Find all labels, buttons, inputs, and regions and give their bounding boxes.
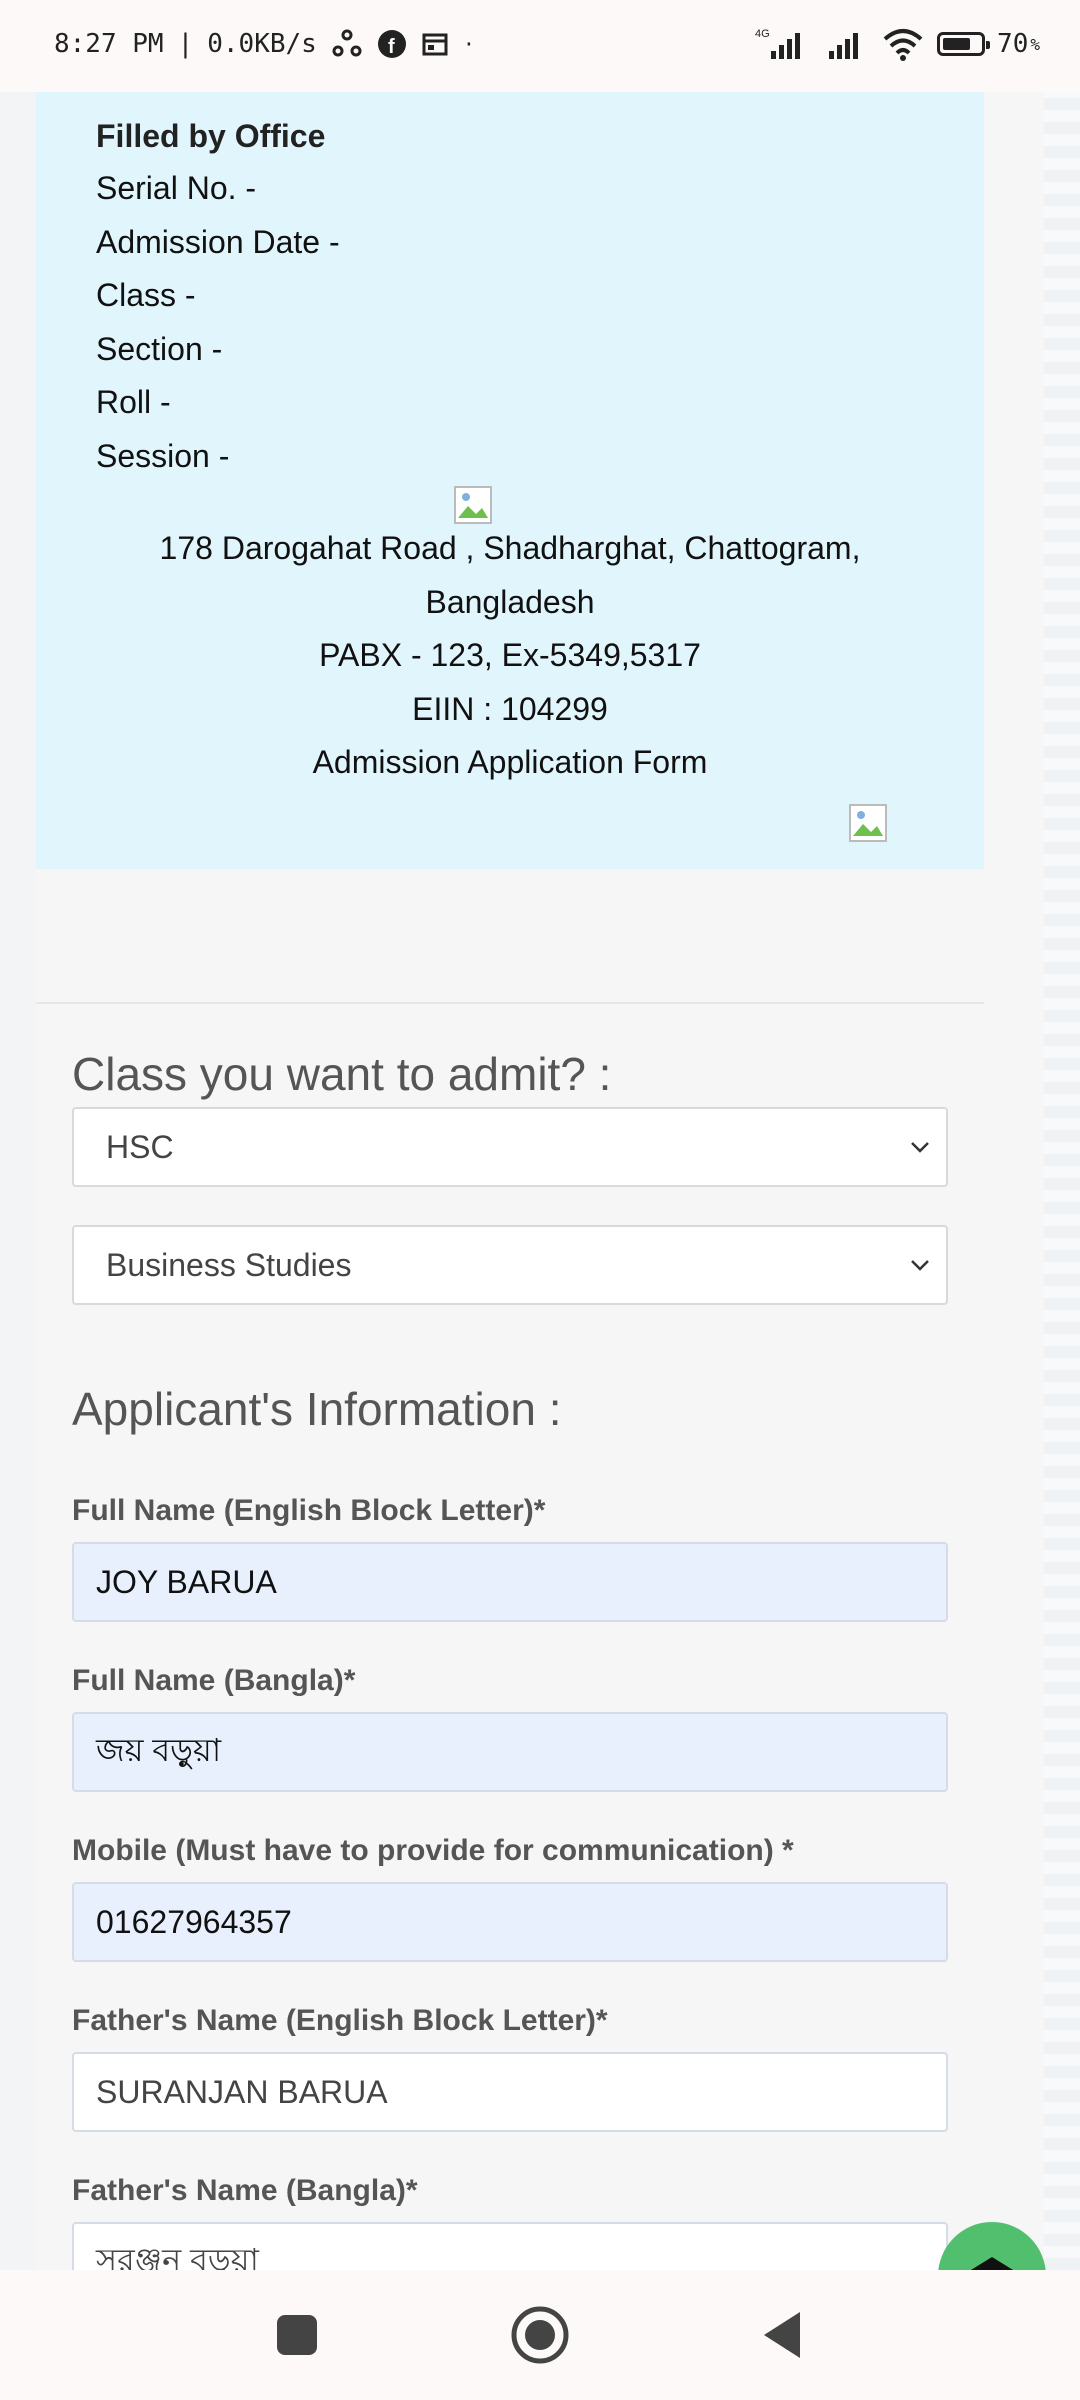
wifi-icon xyxy=(883,29,923,61)
status-separator: | xyxy=(177,29,194,59)
full-name-english-input[interactable]: JOY BARUA xyxy=(72,1542,948,1622)
mobile-label: Mobile (Must have to provide for communi… xyxy=(72,1834,794,1867)
address-line-2: Bangladesh xyxy=(425,583,595,620)
chevron-down-icon xyxy=(911,1142,929,1153)
father-name-english-label: Father's Name (English Block Letter)* xyxy=(72,2004,608,2037)
group-select-value: Business Studies xyxy=(106,1246,352,1283)
roll-line: Roll - xyxy=(96,384,171,420)
back-button[interactable] xyxy=(760,2310,804,2360)
left-rail xyxy=(0,92,36,2270)
applicant-heading: Applicant's Information : xyxy=(72,1383,562,1435)
status-bar: 8:27 PM | 0.0KB/s f · 4G 70 % xyxy=(0,0,1080,92)
battery-level: 70 xyxy=(997,29,1029,59)
page-content: Filled by Office Serial No. - Admission … xyxy=(0,92,1080,2270)
signal-4g-icon: 4G xyxy=(755,28,801,59)
pabx-line: PABX - 123, Ex-5349,5317 xyxy=(319,637,701,673)
class-line: Class - xyxy=(96,277,196,313)
recent-apps-button[interactable] xyxy=(275,2313,319,2357)
full-name-bangla-input[interactable]: জয় বড়ুয়া xyxy=(72,1712,948,1792)
arrow-up-icon xyxy=(940,2257,1044,2270)
full-name-english-label: Full Name (English Block Letter)* xyxy=(72,1494,546,1527)
section-divider xyxy=(36,1002,984,1004)
admit-heading: Class you want to admit? : xyxy=(72,1048,612,1100)
class-select-value: HSC xyxy=(106,1128,174,1165)
full-name-bangla-label: Full Name (Bangla)* xyxy=(72,1664,356,1697)
calendar-icon xyxy=(422,33,448,56)
serial-no-line: Serial No. - xyxy=(96,170,257,206)
eiin-line: EIIN : 104299 xyxy=(412,690,608,727)
dot-icon: · xyxy=(462,32,475,56)
status-time: 8:27 PM xyxy=(54,29,164,59)
svg-text:f: f xyxy=(388,36,395,58)
sync-icon xyxy=(332,29,362,57)
battery-percent-sign: % xyxy=(1030,34,1040,54)
status-speed: 0.0KB/s xyxy=(207,29,317,59)
home-button[interactable] xyxy=(510,2305,570,2365)
group-select[interactable]: Business Studies xyxy=(72,1225,948,1305)
admission-date-line: Admission Date - xyxy=(96,223,340,260)
father-name-bangla-input[interactable]: সুরঞ্জন বড়ুয়া xyxy=(72,2222,948,2270)
address-block: 178 Darogahat Road , Shadharghat, Chatto… xyxy=(36,522,984,790)
battery-icon xyxy=(937,32,991,56)
office-title: Filled by Office xyxy=(96,118,326,154)
status-right: 4G 70 % xyxy=(751,27,1040,61)
mobile-input[interactable]: 01627964357 xyxy=(72,1882,948,1962)
svg-text:4G: 4G xyxy=(755,28,770,40)
right-rail xyxy=(1044,92,1080,2270)
father-name-english-input[interactable]: SURANJAN BARUA xyxy=(72,2052,948,2132)
broken-image-icon xyxy=(454,486,492,524)
broken-image-icon xyxy=(849,804,887,842)
address-line-1: 178 Darogahat Road , Shadharghat, Chatto… xyxy=(159,530,861,566)
father-name-bangla-label: Father's Name (Bangla)* xyxy=(72,2174,418,2207)
back-to-top-button[interactable] xyxy=(938,2222,1046,2270)
status-left: 8:27 PM | 0.0KB/s f · xyxy=(54,28,475,60)
form-title: Admission Application Form xyxy=(312,744,708,780)
nav-bar xyxy=(0,2270,1080,2400)
class-select[interactable]: HSC xyxy=(72,1107,948,1187)
section-line: Section - xyxy=(96,330,223,367)
facebook-icon: f xyxy=(377,30,406,58)
chevron-down-icon xyxy=(911,1260,929,1271)
signal-icon xyxy=(829,33,859,59)
session-line: Session - xyxy=(96,437,230,474)
